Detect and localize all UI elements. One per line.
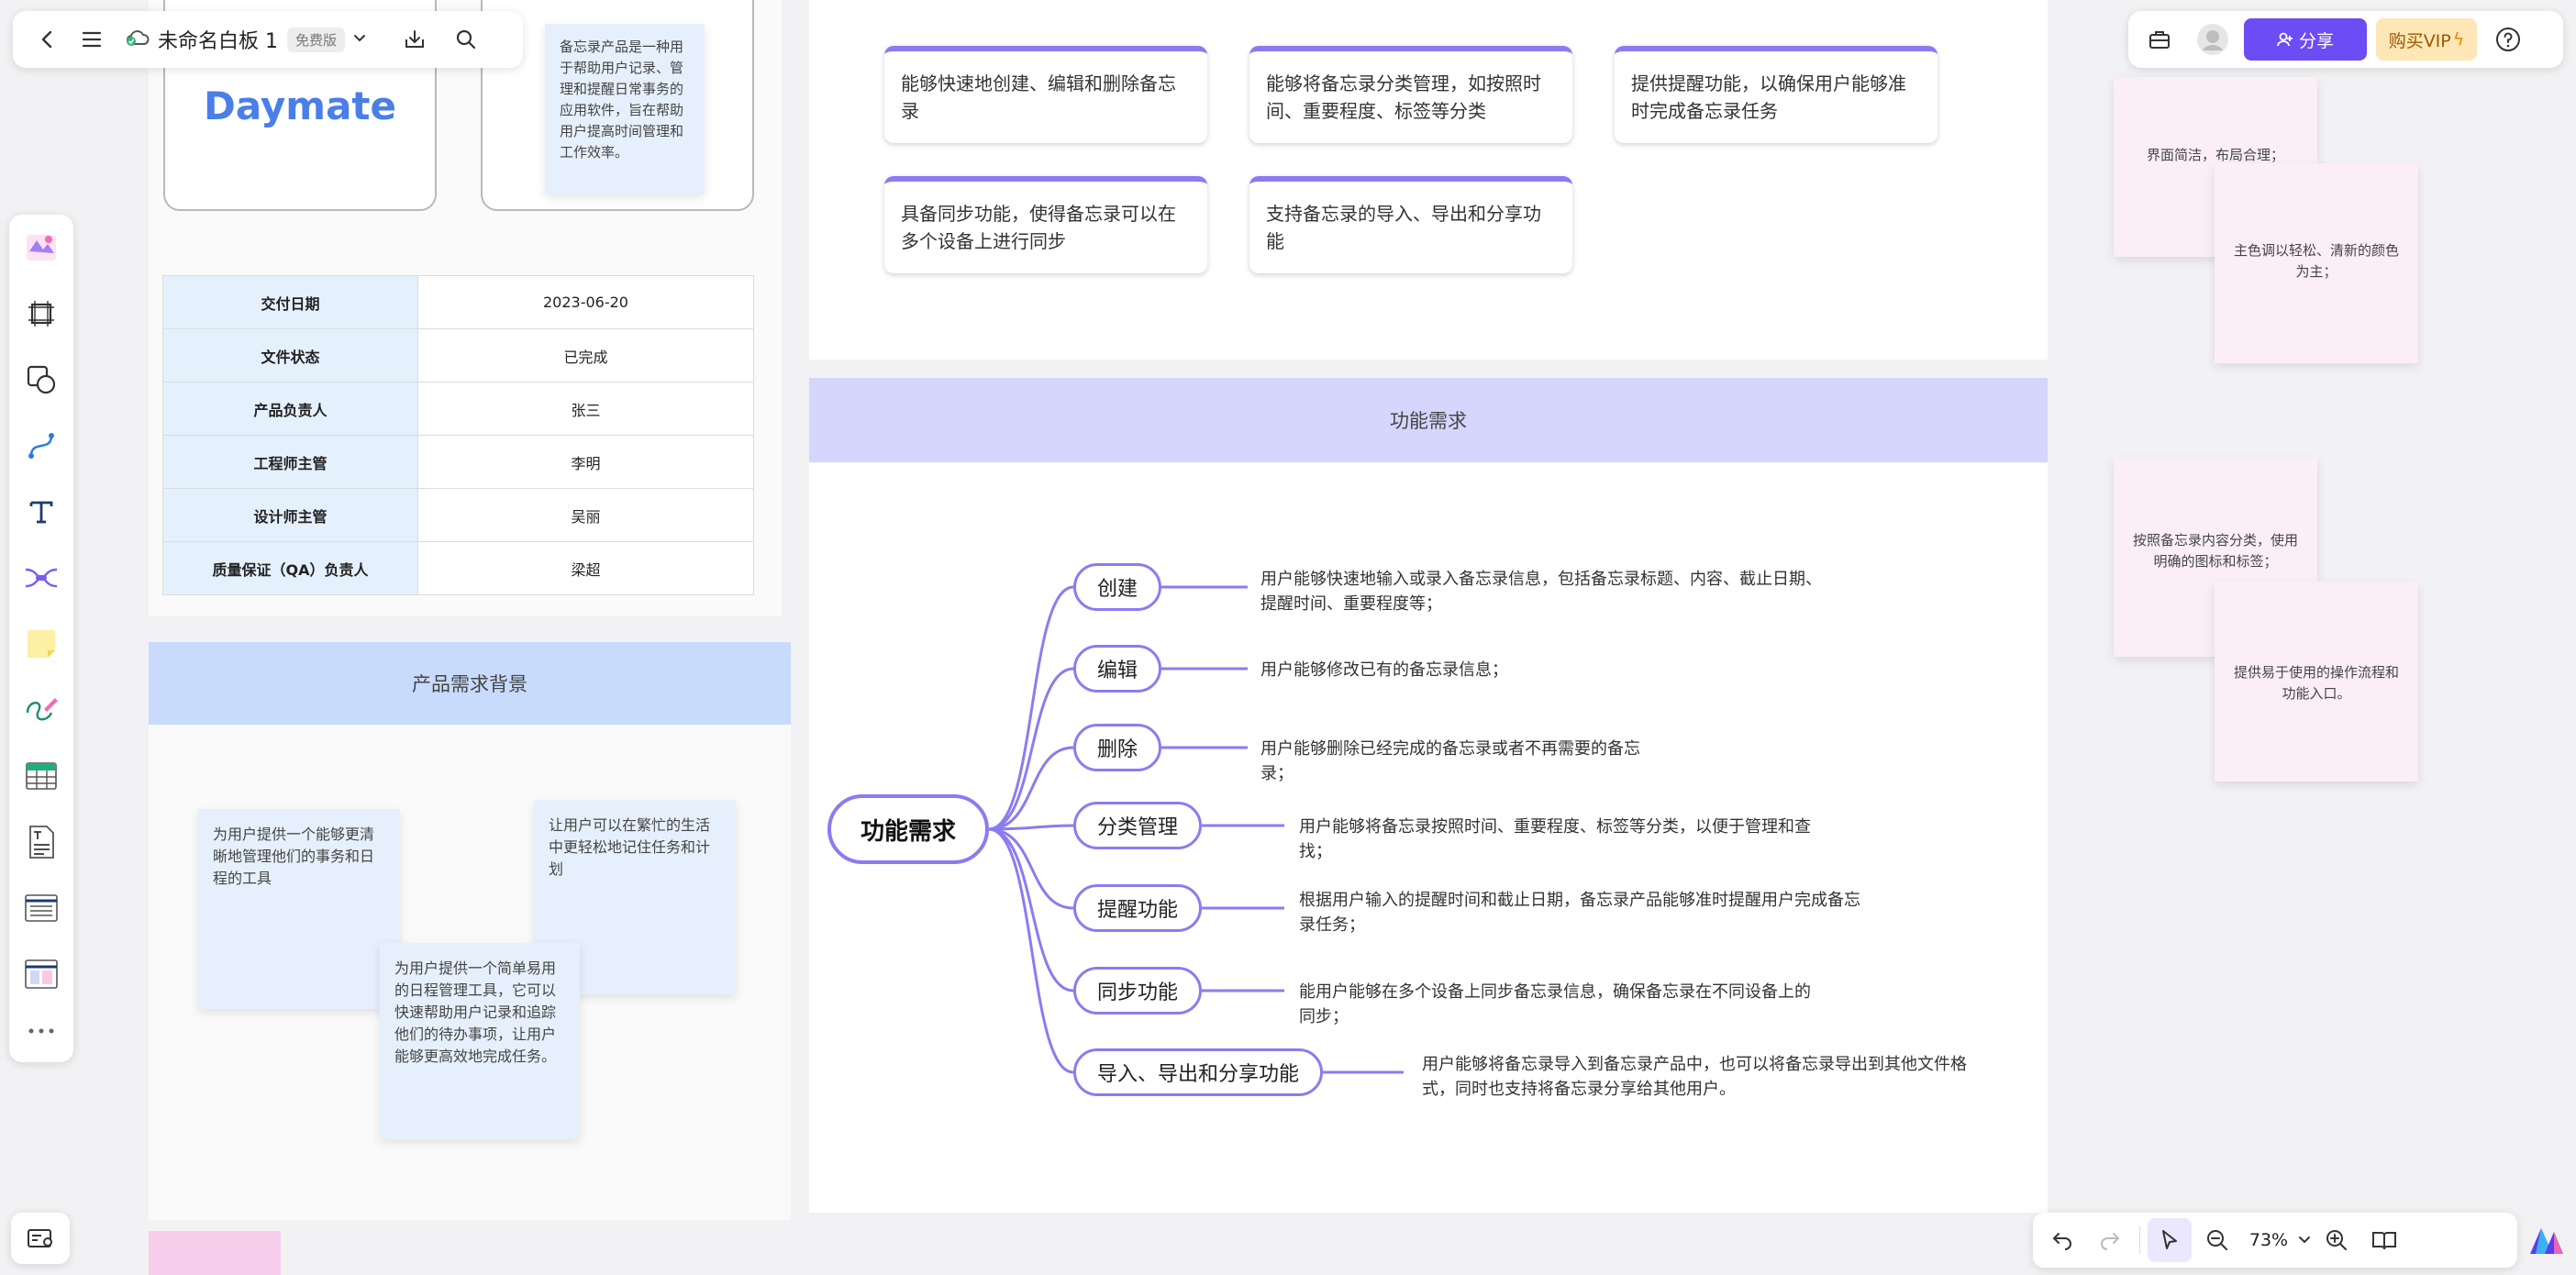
search-icon	[456, 29, 476, 50]
share-label: 分享	[2298, 30, 2334, 51]
map-pin-icon	[28, 1229, 52, 1247]
mindmap-description[interactable]: 能用户能够在多个设备上同步备忘录信息，确保备忘录在不同设备上的同步；	[1286, 972, 1837, 1037]
redo-button[interactable]	[2088, 1218, 2132, 1262]
mindmap-icon[interactable]	[21, 558, 61, 598]
bottom-right-toolbar: 73%	[2033, 1213, 2517, 1268]
book-icon	[2372, 1232, 2396, 1250]
avatar-icon	[2197, 24, 2228, 55]
text-icon[interactable]	[21, 492, 61, 532]
zoom-in-icon	[2326, 1230, 2347, 1250]
mindmap-root[interactable]: 功能需求	[827, 794, 989, 864]
search-button[interactable]	[444, 17, 488, 61]
connector-icon[interactable]	[21, 426, 61, 466]
chevron-left-icon	[41, 30, 52, 49]
vip-label: 购买VIP	[2388, 30, 2451, 51]
mindmap-description[interactable]: 根据用户输入的提醒时间和截止日期，备忘录产品能够准时提醒用户完成备忘录任务；	[1286, 881, 1873, 945]
board-title[interactable]: 未命名白板 1	[158, 25, 278, 54]
mindmap-node[interactable]: 提醒功能	[1073, 884, 1202, 932]
mindmap-node[interactable]: 编辑	[1073, 645, 1161, 693]
add-user-icon	[2277, 32, 2293, 47]
plan-badge: 免费版	[287, 27, 346, 52]
select-tool-button[interactable]	[2148, 1218, 2192, 1262]
avatar[interactable]	[2191, 17, 2235, 61]
top-left-toolbar: 未命名白板 1 免费版	[13, 11, 523, 68]
mindmap-node[interactable]: 删除	[1073, 724, 1161, 771]
zoom-dropdown-chevron-down-icon[interactable]	[2298, 1232, 2311, 1249]
menu-button[interactable]	[70, 17, 114, 61]
help-button[interactable]	[2486, 17, 2530, 61]
help-icon	[2496, 28, 2520, 51]
mindmap-description[interactable]: 用户能够快速地输入或录入备忘录信息，包括备忘录标题、内容、截止日期、提醒时间、重…	[1248, 560, 1835, 624]
layout-icon[interactable]	[21, 954, 61, 994]
design-note-4[interactable]: 提供易于使用的操作流程和功能入口。	[2215, 582, 2418, 782]
lightning-icon: ϟ	[2452, 29, 2465, 50]
pen-icon[interactable]	[21, 690, 61, 730]
toolbox-icon	[2149, 31, 2170, 49]
minimap-button[interactable]	[11, 1213, 70, 1264]
undo-button[interactable]	[2040, 1218, 2084, 1262]
menu-icon	[82, 31, 102, 48]
undo-icon	[2052, 1233, 2071, 1250]
doc-icon[interactable]	[21, 822, 61, 862]
cursor-icon	[2162, 1230, 2177, 1249]
mindmap-node[interactable]: 导入、导出和分享功能	[1073, 1048, 1323, 1096]
buy-vip-button[interactable]: 购买VIP ϟ	[2376, 18, 2477, 61]
mindmap-node[interactable]: 分类管理	[1073, 802, 1202, 849]
zoom-out-button[interactable]	[2195, 1218, 2239, 1262]
top-right-toolbar: 分享 购买VIP ϟ	[2128, 11, 2563, 68]
cloud-saved-icon	[125, 28, 150, 50]
more-icon[interactable]	[21, 1011, 61, 1051]
mindmap-node[interactable]: 创建	[1073, 563, 1161, 611]
title-dropdown-chevron-down-icon[interactable]	[352, 30, 367, 49]
shape-icon[interactable]	[21, 360, 61, 400]
zoom-level[interactable]: 73%	[2243, 1230, 2294, 1250]
brand-logo-icon[interactable]	[2525, 1216, 2569, 1264]
mindmap-description[interactable]: 用户能够将备忘录导入到备忘录产品中，也可以将备忘录导出到其他文件格式，同时也支持…	[1409, 1045, 1996, 1109]
mindmap-description[interactable]: 用户能够将备忘录按照时间、重要程度、标签等分类，以便于管理和查找；	[1286, 807, 1855, 871]
guide-book-button[interactable]	[2362, 1218, 2406, 1262]
template-icon[interactable]	[21, 227, 61, 268]
zoom-in-button[interactable]	[2315, 1218, 2359, 1262]
share-button[interactable]: 分享	[2244, 18, 2367, 61]
zoom-out-icon	[2207, 1230, 2227, 1250]
redo-icon	[2101, 1233, 2120, 1250]
list-icon[interactable]	[21, 888, 61, 928]
sticky-note-icon[interactable]	[21, 624, 61, 664]
frame-icon[interactable]	[21, 294, 61, 334]
mindmap-node[interactable]: 同步功能	[1073, 967, 1202, 1014]
download-button[interactable]	[393, 17, 437, 61]
back-button[interactable]	[26, 17, 70, 61]
table-icon[interactable]	[21, 756, 61, 796]
mindmap-description[interactable]: 用户能够修改已有的备忘录信息；	[1248, 650, 1523, 690]
mindmap-description[interactable]: 用户能够删除已经完成的备忘录或者不再需要的备忘录；	[1248, 729, 1670, 793]
download-icon	[405, 30, 425, 48]
design-note-2[interactable]: 主色调以轻松、清新的颜色为主；	[2215, 163, 2418, 363]
gift-button[interactable]	[2137, 17, 2182, 61]
toolbar-divider	[2139, 1226, 2140, 1254]
left-tool-rail	[9, 215, 73, 1062]
